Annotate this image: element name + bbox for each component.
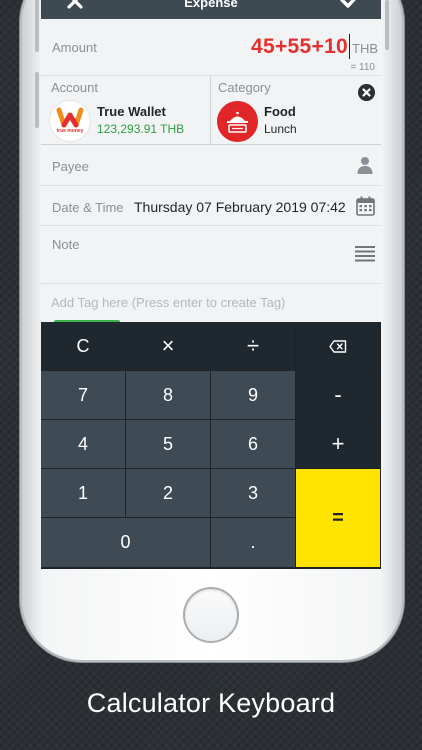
power-button: [385, 0, 389, 50]
account-selector[interactable]: Account true money True Wallet 123,293.9…: [41, 76, 211, 144]
text-caret: [348, 34, 350, 59]
category-label: Category: [218, 80, 271, 95]
check-icon[interactable]: [339, 0, 361, 12]
date-time-label: Date & Time: [52, 200, 124, 215]
key-5[interactable]: 5: [126, 420, 210, 468]
amount-result: = 110: [350, 62, 375, 73]
key-multiply[interactable]: ×: [126, 322, 210, 370]
key-9[interactable]: 9: [211, 371, 295, 419]
tag-input[interactable]: [51, 292, 371, 312]
account-label: Account: [51, 80, 98, 95]
category-name: Food: [264, 104, 296, 119]
header-bar: Expense: [41, 0, 381, 19]
amount-field[interactable]: Amount 45+55+10 THB = 110: [41, 19, 381, 76]
calendar-icon[interactable]: [356, 196, 375, 216]
account-balance: 123,293.91 THB: [97, 122, 185, 136]
volume-button: [35, 72, 39, 128]
amount-label: Amount: [52, 40, 97, 55]
app-screen: Expense Amount 45+55+10 THB = 110 Accoun…: [41, 0, 381, 569]
note-label: Note: [52, 237, 80, 252]
category-subcategory: Lunch: [264, 122, 297, 136]
tag-field: [41, 284, 381, 322]
truemoney-logo-text: true money: [56, 128, 84, 134]
note-field[interactable]: Note: [41, 226, 381, 284]
payee-label: Payee: [52, 159, 89, 174]
key-7[interactable]: 7: [41, 371, 125, 419]
key-2[interactable]: 2: [126, 469, 210, 517]
key-4[interactable]: 4: [41, 420, 125, 468]
truemoney-logo: true money: [50, 101, 90, 141]
key-plus[interactable]: +: [296, 420, 380, 468]
key-3[interactable]: 3: [211, 469, 295, 517]
backspace-icon: [329, 339, 347, 353]
screen-title: Expense: [184, 0, 238, 10]
key-minus[interactable]: -: [296, 371, 380, 419]
account-category-row: Account true money True Wallet 123,293.9…: [41, 76, 381, 145]
person-icon[interactable]: [357, 156, 373, 174]
promo-caption: Calculator Keyboard: [86, 688, 336, 718]
food-tray-icon: [217, 101, 258, 142]
key-8[interactable]: 8: [126, 371, 210, 419]
amount-expression: 45+55+10: [250, 35, 348, 58]
date-time-field[interactable]: Date & Time Thursday 07 February 2019 07…: [41, 186, 381, 226]
key-1[interactable]: 1: [41, 469, 125, 517]
key-clear[interactable]: C: [41, 322, 125, 370]
date-time-value: Thursday 07 February 2019 07:42: [134, 199, 346, 215]
category-selector[interactable]: Category Food Lunch: [212, 76, 381, 144]
calculator-keypad: C × ÷ 7 8 9 - 4 5 6 + 1 2 3 = 0 .: [41, 322, 381, 569]
currency-label: THB: [352, 41, 378, 56]
key-dot[interactable]: .: [211, 518, 295, 567]
key-divide[interactable]: ÷: [211, 322, 295, 370]
lines-icon: [355, 246, 375, 262]
mute-switch: [35, 0, 39, 52]
close-circle-icon[interactable]: [358, 84, 375, 101]
home-button[interactable]: [185, 589, 237, 641]
account-name: True Wallet: [97, 104, 166, 119]
key-0[interactable]: 0: [41, 518, 210, 567]
key-backspace[interactable]: [296, 322, 380, 370]
payee-field[interactable]: Payee: [41, 145, 381, 186]
key-6[interactable]: 6: [211, 420, 295, 468]
key-equals[interactable]: =: [296, 469, 380, 567]
